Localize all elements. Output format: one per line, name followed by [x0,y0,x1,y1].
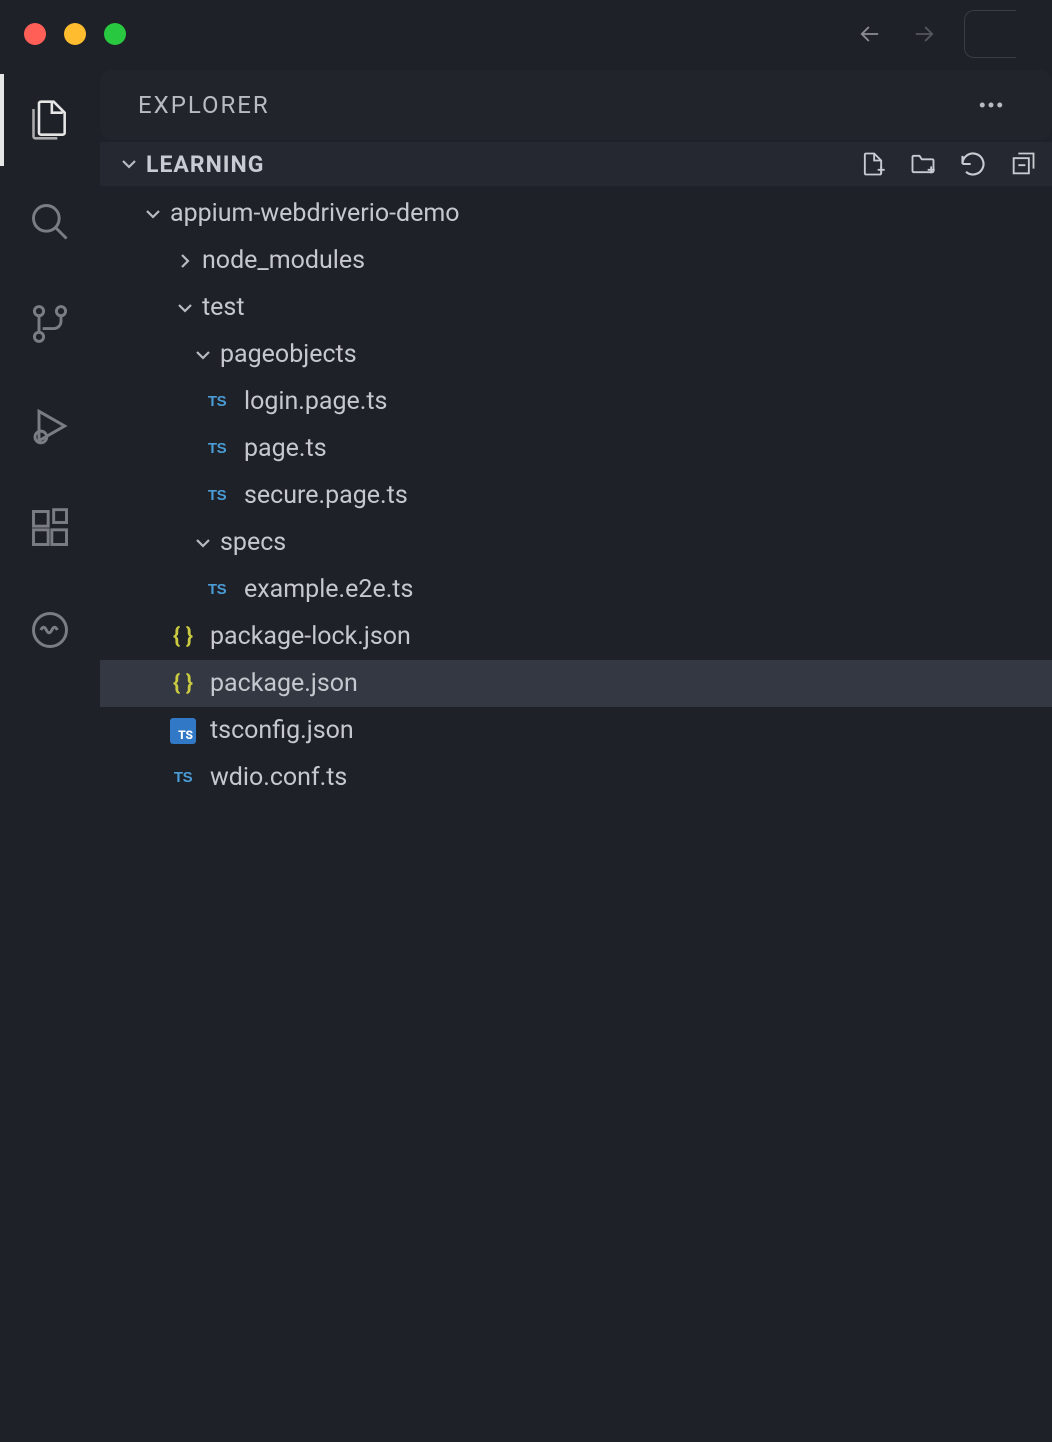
chevron-right-icon [168,244,202,278]
chevron-down-icon [186,526,220,560]
folder-label: test [202,293,245,322]
new-file-icon [859,150,887,178]
close-window-button[interactable] [24,23,46,45]
activity-search[interactable] [0,194,100,250]
section-title: LEARNING [146,151,264,178]
activity-explorer[interactable] [0,92,100,148]
typescript-icon: TS [168,763,198,793]
debug-icon [28,404,72,448]
chevron-down-icon [168,291,202,325]
file-label: secure.page.ts [244,481,408,510]
folder-row-pageobjects[interactable]: pageobjects [100,331,1052,378]
folder-label: appium-webdriverio-demo [170,199,460,228]
new-folder-button[interactable] [902,143,944,185]
maximize-window-button[interactable] [104,23,126,45]
file-row-tsconfig[interactable]: TS tsconfig.json [100,707,1052,754]
folder-row-specs[interactable]: specs [100,519,1052,566]
chevron-down-icon [112,147,146,181]
file-row-login[interactable]: TS login.page.ts [100,378,1052,425]
file-label: package.json [210,669,358,698]
folder-label: specs [220,528,286,557]
typescript-icon: TS [202,481,232,511]
file-row-wdio[interactable]: TS wdio.conf.ts [100,754,1052,801]
new-folder-icon [909,150,937,178]
file-label: wdio.conf.ts [210,763,347,792]
file-label: example.e2e.ts [244,575,413,604]
tsconfig-icon: TS [168,716,198,746]
file-row-secure[interactable]: TS secure.page.ts [100,472,1052,519]
file-label: package-lock.json [210,622,411,651]
typescript-icon: TS [202,434,232,464]
file-row-page[interactable]: TS page.ts [100,425,1052,472]
json-icon: { } [168,622,198,652]
files-icon [28,98,72,142]
typescript-icon: TS [202,387,232,417]
file-tree: appium-webdriverio-demo node_modules tes… [100,186,1052,801]
refresh-button[interactable] [952,143,994,185]
file-label: page.ts [244,434,327,463]
file-row-package[interactable]: { } package.json [100,660,1052,707]
extensions-icon [28,506,72,550]
folder-row-root[interactable]: appium-webdriverio-demo [100,190,1052,237]
panel-header: EXPLORER [100,70,1052,140]
file-label: login.page.ts [244,387,387,416]
typescript-icon: TS [202,575,232,605]
minimize-window-button[interactable] [64,23,86,45]
folder-label: node_modules [202,246,365,275]
new-file-button[interactable] [852,143,894,185]
chevron-down-icon [186,338,220,372]
window-controls [24,23,126,45]
panel-more-button[interactable] [968,82,1014,128]
nav-back-button[interactable] [856,20,884,48]
ellipsis-icon [976,90,1006,120]
activity-extra[interactable] [0,602,100,658]
file-row-example[interactable]: TS example.e2e.ts [100,566,1052,613]
json-icon: { } [168,669,198,699]
search-icon [28,200,72,244]
source-control-icon [28,302,72,346]
file-label: tsconfig.json [210,716,354,745]
chevron-down-icon [136,197,170,231]
panel-title: EXPLORER [138,91,270,119]
refresh-icon [959,150,987,178]
titlebar [0,0,1052,68]
folder-row-node-modules[interactable]: node_modules [100,237,1052,284]
activity-bar [0,68,100,1442]
folder-row-test[interactable]: test [100,284,1052,331]
nav-forward-button[interactable] [910,20,938,48]
wave-circle-icon [28,608,72,652]
folder-label: pageobjects [220,340,357,369]
activity-source-control[interactable] [0,296,100,352]
file-row-package-lock[interactable]: { } package-lock.json [100,613,1052,660]
collapse-all-button[interactable] [1002,143,1044,185]
command-center[interactable] [964,10,1016,58]
explorer-sidebar: EXPLORER LEARNING [100,68,1052,1442]
section-header[interactable]: LEARNING [100,142,1052,186]
collapse-all-icon [1009,150,1037,178]
activity-extensions[interactable] [0,500,100,556]
nav-arrows [856,10,1028,58]
activity-run-debug[interactable] [0,398,100,454]
